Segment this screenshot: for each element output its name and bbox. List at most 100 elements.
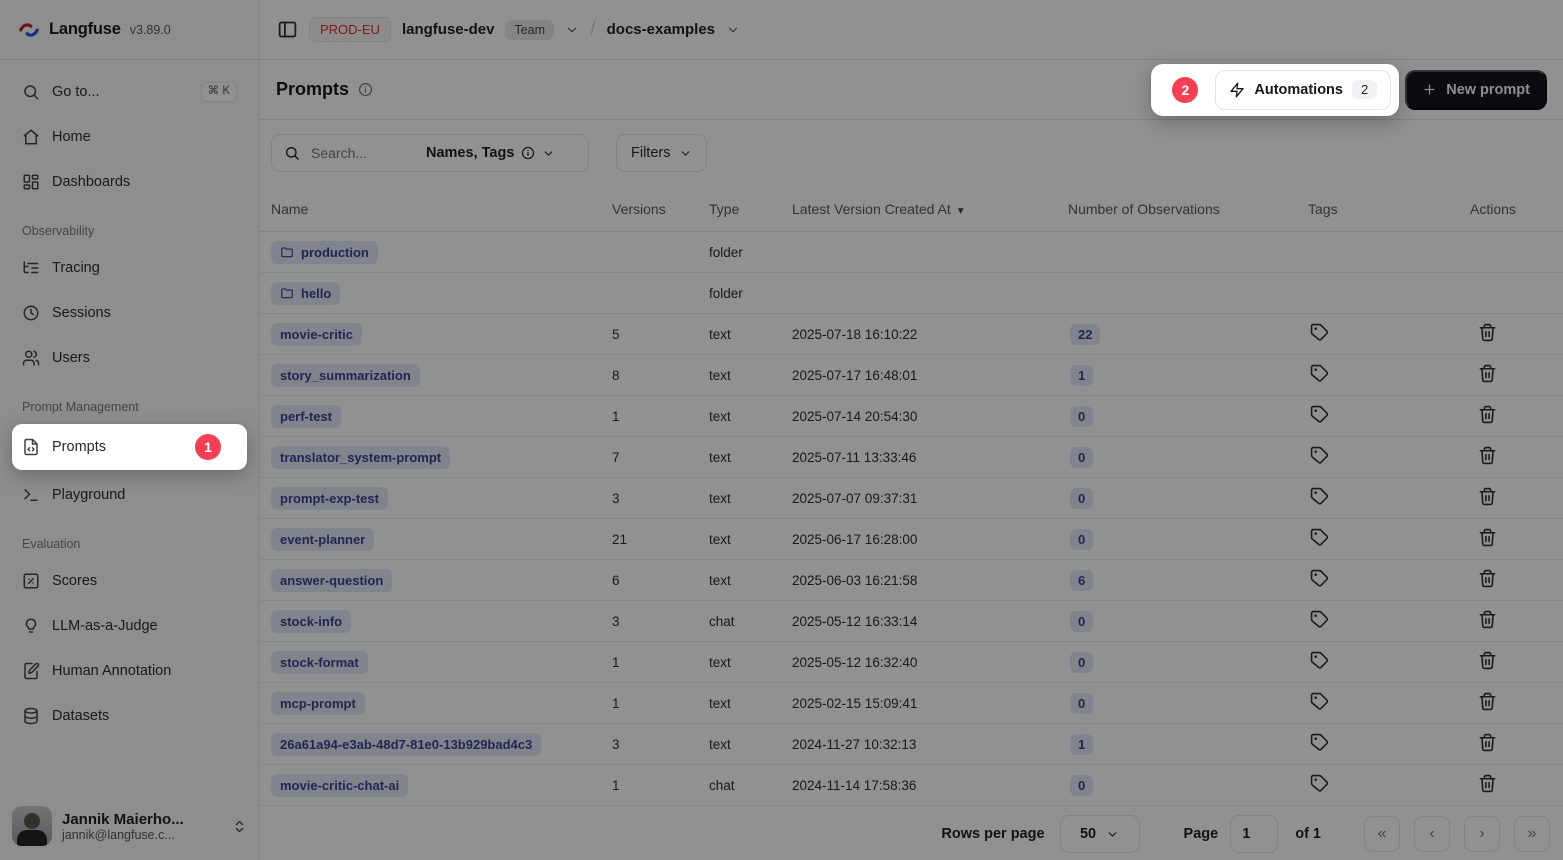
automations-button[interactable]: Automations 2 xyxy=(1215,70,1391,110)
search-box[interactable]: Names, Tags xyxy=(271,134,589,172)
col-latest-version-created-at[interactable]: Latest Version Created At▼ xyxy=(792,201,1068,217)
delete-prompt-button[interactable] xyxy=(1478,692,1497,711)
table-row[interactable]: movie-critic-chat-ai1chat2024-11-14 17:5… xyxy=(260,765,1563,806)
table-row[interactable]: hellofolder xyxy=(260,273,1563,314)
sidebar-item-sessions[interactable]: Sessions xyxy=(12,293,247,333)
sidebar-item-playground[interactable]: Playground xyxy=(12,475,247,515)
sidebar-item-goto[interactable]: Go to... ⌘ K xyxy=(12,72,247,112)
col-number-of-observations[interactable]: Number of Observations xyxy=(1068,201,1308,217)
sidebar-item-users[interactable]: Users xyxy=(12,338,247,378)
observations-cell: 22 xyxy=(1068,324,1308,345)
prompt-name-chip[interactable]: story_summarization xyxy=(271,364,420,387)
folder-chip[interactable]: hello xyxy=(271,282,340,305)
prompt-name-chip[interactable]: perf-test xyxy=(271,405,341,428)
filters-button[interactable]: Filters xyxy=(616,134,707,172)
prompt-name-chip[interactable]: translator_system-prompt xyxy=(271,446,450,469)
sidebar: Langfuse v3.89.0 Go to... ⌘ K Home Dashb… xyxy=(0,0,260,860)
add-tag-button[interactable] xyxy=(1310,651,1329,670)
sidebar-item-human-annotation[interactable]: Human Annotation xyxy=(12,651,247,691)
sidebar-toggle-button[interactable] xyxy=(277,19,298,40)
app-window: Langfuse v3.89.0 Go to... ⌘ K Home Dashb… xyxy=(0,0,1563,860)
delete-prompt-button[interactable] xyxy=(1478,405,1497,424)
prompt-name-chip[interactable]: prompt-exp-test xyxy=(271,487,388,510)
prompt-name-chip[interactable]: answer-question xyxy=(271,569,392,592)
prompt-name-chip[interactable]: stock-info xyxy=(271,610,351,633)
actions-cell xyxy=(1470,405,1563,427)
prompt-name-chip[interactable]: event-planner xyxy=(271,528,374,551)
table-row[interactable]: perf-test1text2025-07-14 20:54:300 xyxy=(260,396,1563,437)
delete-prompt-button[interactable] xyxy=(1478,364,1497,383)
sidebar-item-dashboards[interactable]: Dashboards xyxy=(12,162,247,202)
prompt-name-chip[interactable]: stock-format xyxy=(271,651,368,674)
delete-prompt-button[interactable] xyxy=(1478,733,1497,752)
search-scope-select[interactable]: Names, Tags xyxy=(426,145,555,161)
table-row[interactable]: productionfolder xyxy=(260,232,1563,273)
table-row[interactable]: mcp-prompt1text2025-02-15 15:09:410 xyxy=(260,683,1563,724)
prompt-name-text: movie-critic xyxy=(280,327,353,342)
table-row[interactable]: translator_system-prompt7text2025-07-11 … xyxy=(260,437,1563,478)
chevron-down-icon[interactable] xyxy=(726,23,740,37)
add-tag-button[interactable] xyxy=(1310,405,1329,424)
chevron-down-icon[interactable] xyxy=(565,23,579,37)
rows-per-page-select[interactable]: 50 xyxy=(1060,815,1140,853)
sidebar-item-tracing[interactable]: Tracing xyxy=(12,248,247,288)
info-icon[interactable] xyxy=(358,82,373,97)
sidebar-item-datasets[interactable]: Datasets xyxy=(12,696,247,736)
table-row[interactable]: event-planner21text2025-06-17 16:28:000 xyxy=(260,519,1563,560)
delete-prompt-button[interactable] xyxy=(1478,651,1497,670)
delete-prompt-button[interactable] xyxy=(1478,774,1497,793)
add-tag-button[interactable] xyxy=(1310,487,1329,506)
sidebar-item-scores[interactable]: Scores xyxy=(12,561,247,601)
col-versions[interactable]: Versions xyxy=(612,201,709,217)
add-tag-button[interactable] xyxy=(1310,733,1329,752)
add-tag-button[interactable] xyxy=(1310,774,1329,793)
delete-prompt-button[interactable] xyxy=(1478,528,1497,547)
table-row[interactable]: 26a61a94-e3ab-48d7-81e0-13b929bad4c33tex… xyxy=(260,724,1563,765)
breadcrumb-org[interactable]: langfuse-dev xyxy=(402,21,495,38)
col-tags[interactable]: Tags xyxy=(1308,201,1470,217)
add-tag-button[interactable] xyxy=(1310,569,1329,588)
delete-prompt-button[interactable] xyxy=(1478,610,1497,629)
breadcrumb-project[interactable]: docs-examples xyxy=(607,21,715,38)
add-tag-button[interactable] xyxy=(1310,364,1329,383)
search-input[interactable] xyxy=(309,144,417,162)
delete-prompt-button[interactable] xyxy=(1478,569,1497,588)
first-page-button[interactable]: « xyxy=(1364,816,1400,852)
prompt-name-chip[interactable]: mcp-prompt xyxy=(271,692,365,715)
breadcrumb-separator: / xyxy=(590,18,596,41)
sessions-label: Sessions xyxy=(52,305,111,321)
prompt-name-chip[interactable]: movie-critic-chat-ai xyxy=(271,774,408,797)
table-row[interactable]: prompt-exp-test3text2025-07-07 09:37:310 xyxy=(260,478,1563,519)
prev-page-button[interactable]: ‹ xyxy=(1414,816,1450,852)
folder-chip[interactable]: production xyxy=(271,241,378,264)
sidebar-item-home[interactable]: Home xyxy=(12,117,247,157)
table-row[interactable]: answer-question6text2025-06-03 16:21:586 xyxy=(260,560,1563,601)
page-number-input[interactable] xyxy=(1230,815,1278,853)
folder-icon xyxy=(280,245,294,259)
delete-prompt-button[interactable] xyxy=(1478,487,1497,506)
add-tag-button[interactable] xyxy=(1310,610,1329,629)
delete-prompt-button[interactable] xyxy=(1478,323,1497,342)
created-at-cell: 2025-06-17 16:28:00 xyxy=(792,532,1068,547)
delete-prompt-button[interactable] xyxy=(1478,446,1497,465)
environment-badge[interactable]: PROD-EU xyxy=(309,17,391,42)
sidebar-item-llm-judge[interactable]: LLM-as-a-Judge xyxy=(12,606,247,646)
table-row[interactable]: stock-info3chat2025-05-12 16:33:140 xyxy=(260,601,1563,642)
user-menu[interactable]: Jannik Maierho... jannik@langfuse.c... xyxy=(0,796,259,860)
next-page-button[interactable]: › xyxy=(1464,816,1500,852)
last-page-button[interactable]: » xyxy=(1514,816,1550,852)
col-name[interactable]: Name xyxy=(271,201,612,217)
new-prompt-button[interactable]: New prompt xyxy=(1405,70,1547,110)
col-type[interactable]: Type xyxy=(709,201,792,217)
sidebar-item-prompts[interactable]: Prompts 1 xyxy=(12,424,247,470)
add-tag-button[interactable] xyxy=(1310,692,1329,711)
add-tag-button[interactable] xyxy=(1310,528,1329,547)
add-tag-button[interactable] xyxy=(1310,446,1329,465)
table-row[interactable]: story_summarization8text2025-07-17 16:48… xyxy=(260,355,1563,396)
table-row[interactable]: movie-critic5text2025-07-18 16:10:2222 xyxy=(260,314,1563,355)
prompt-name-chip[interactable]: movie-critic xyxy=(271,323,362,346)
prompt-name-chip[interactable]: 26a61a94-e3ab-48d7-81e0-13b929bad4c3 xyxy=(271,733,541,756)
actions-cell xyxy=(1470,651,1563,673)
table-row[interactable]: stock-format1text2025-05-12 16:32:400 xyxy=(260,642,1563,683)
add-tag-button[interactable] xyxy=(1310,323,1329,342)
